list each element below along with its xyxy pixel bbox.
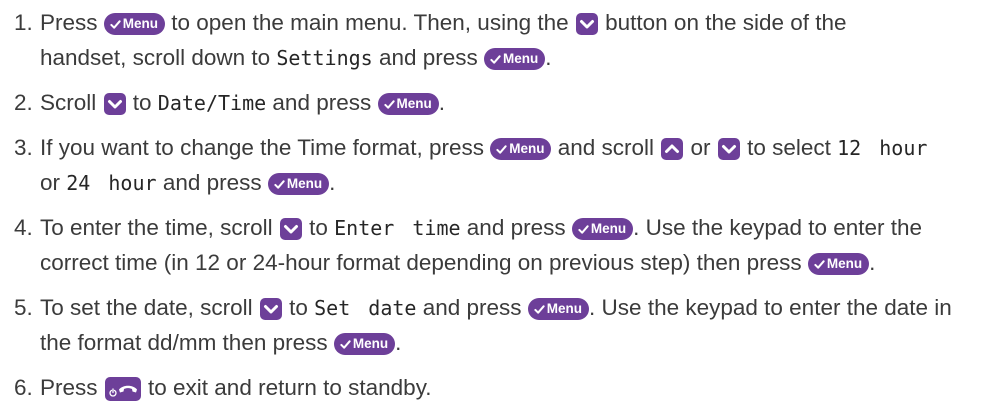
step-number: 1. bbox=[14, 10, 33, 35]
step-text: or bbox=[684, 135, 717, 160]
step-line: 5. To set the date, scroll to Set date an… bbox=[14, 290, 987, 325]
step-text: . bbox=[395, 330, 402, 355]
step-text: and press bbox=[156, 170, 268, 195]
menu-key-label: Menu bbox=[286, 176, 323, 192]
scroll-down-key-icon bbox=[103, 93, 126, 116]
step-text: . bbox=[438, 90, 446, 115]
step-text: and press bbox=[266, 90, 378, 115]
step-text: . Use the keypad to enter the bbox=[633, 215, 923, 240]
step-text: and press bbox=[372, 45, 485, 70]
step-text: or bbox=[40, 170, 67, 195]
menu-key-label: Menu bbox=[509, 141, 545, 157]
check-icon bbox=[534, 304, 545, 314]
check-icon bbox=[340, 339, 351, 349]
step-line: 4. To enter the time, scroll to Enter tim… bbox=[14, 210, 987, 245]
step-line: 1. Press Menu to open the main menu. Then… bbox=[14, 5, 987, 40]
step-text: and scroll bbox=[551, 135, 661, 160]
display-label: 12 hour bbox=[837, 136, 928, 160]
step-text: and press bbox=[460, 215, 572, 240]
menu-key-icon: Menu bbox=[571, 218, 634, 241]
check-icon bbox=[274, 179, 285, 189]
scroll-down-key-icon bbox=[259, 298, 282, 321]
display-label: Set date bbox=[314, 296, 417, 320]
step-text: To enter the time, scroll bbox=[40, 215, 279, 240]
menu-key-icon: Menu bbox=[484, 48, 546, 71]
step-text: . bbox=[545, 45, 552, 70]
step-3: 3. If you want to change the Time format,… bbox=[14, 130, 987, 200]
step-text: Scroll bbox=[40, 90, 103, 115]
menu-key-label: Menu bbox=[122, 16, 159, 32]
step-2: 2. Scroll to Date/Time and press Menu. bbox=[14, 85, 987, 120]
step-number: 4. bbox=[14, 215, 33, 240]
step-number: 5. bbox=[14, 295, 33, 320]
menu-key-icon: Menu bbox=[807, 253, 870, 276]
step-text: Press bbox=[40, 375, 104, 400]
check-icon bbox=[814, 259, 825, 269]
check-icon bbox=[490, 54, 501, 64]
display-label: Enter time bbox=[334, 216, 461, 240]
step-text: to bbox=[282, 295, 315, 320]
step-line: handset, scroll down to Settings and pre… bbox=[14, 40, 987, 75]
display-label: 24 hour bbox=[66, 171, 157, 195]
step-text: To set the date, scroll bbox=[40, 295, 259, 320]
display-label: Date/Time bbox=[157, 91, 267, 115]
step-number: 3. bbox=[14, 135, 33, 160]
step-number: 6. bbox=[14, 375, 33, 400]
step-text: to open the main menu. Then, using the bbox=[165, 10, 575, 35]
menu-key-icon: Menu bbox=[490, 138, 552, 161]
step-text: . bbox=[869, 250, 876, 275]
display-label: Settings bbox=[276, 46, 373, 70]
menu-key-label: Menu bbox=[590, 221, 627, 237]
scroll-down-key-icon bbox=[717, 138, 740, 161]
scroll-down-key-icon bbox=[279, 218, 302, 241]
step-4: 4. To enter the time, scroll to Enter tim… bbox=[14, 210, 987, 280]
check-icon bbox=[496, 144, 507, 154]
step-1: 1. Press Menu to open the main menu. Then… bbox=[14, 5, 987, 75]
menu-key-label: Menu bbox=[352, 336, 389, 352]
step-text: . bbox=[329, 170, 336, 195]
step-text: the format dd/mm then press bbox=[40, 330, 334, 355]
step-text: button on the side of the bbox=[598, 10, 847, 35]
check-icon bbox=[383, 99, 395, 109]
menu-key-icon: Menu bbox=[527, 298, 590, 321]
check-icon bbox=[578, 224, 589, 234]
scroll-up-key-icon bbox=[661, 138, 684, 161]
step-text: If you want to change the Time format, p… bbox=[40, 135, 491, 160]
step-text: and press bbox=[416, 295, 528, 320]
menu-key-label: Menu bbox=[546, 301, 583, 317]
step-line: or 24 hour and press Menu. bbox=[14, 165, 987, 200]
step-text: to exit and return to standby. bbox=[141, 375, 432, 400]
step-text: handset, scroll down to bbox=[40, 45, 277, 70]
step-5: 5. To set the date, scroll to Set date an… bbox=[14, 290, 987, 360]
menu-key-icon: Menu bbox=[267, 173, 330, 196]
menu-key-icon: Menu bbox=[333, 333, 396, 356]
step-number: 2. bbox=[14, 90, 33, 115]
step-text: . Use the keypad to enter the date in bbox=[589, 295, 952, 320]
check-icon bbox=[110, 19, 121, 29]
step-line: 2. Scroll to Date/Time and press Menu. bbox=[14, 85, 987, 120]
step-text: to bbox=[126, 90, 158, 115]
step-line: correct time (in 12 or 24-hour format de… bbox=[14, 245, 987, 280]
step-line: 3. If you want to change the Time format,… bbox=[14, 130, 987, 165]
step-line: the format dd/mm then press Menu. bbox=[14, 325, 987, 360]
step-6: 6. Press to exit and return to standby. bbox=[14, 370, 987, 405]
instruction-list: 1. Press Menu to open the main menu. Then… bbox=[14, 5, 987, 405]
step-text: to bbox=[302, 215, 335, 240]
step-text: Press bbox=[40, 10, 104, 35]
menu-key-icon: Menu bbox=[377, 93, 439, 116]
scroll-down-key-icon bbox=[575, 13, 598, 36]
menu-key-label: Menu bbox=[826, 256, 863, 272]
step-text: correct time (in 12 or 24-hour format de… bbox=[40, 250, 808, 275]
step-text: to select bbox=[740, 135, 838, 160]
menu-key-label: Menu bbox=[396, 96, 432, 112]
menu-key-icon: Menu bbox=[103, 13, 166, 36]
end-call-key-icon bbox=[104, 377, 141, 402]
menu-key-label: Menu bbox=[503, 51, 539, 67]
step-line: 6. Press to exit and return to standby. bbox=[14, 370, 987, 405]
